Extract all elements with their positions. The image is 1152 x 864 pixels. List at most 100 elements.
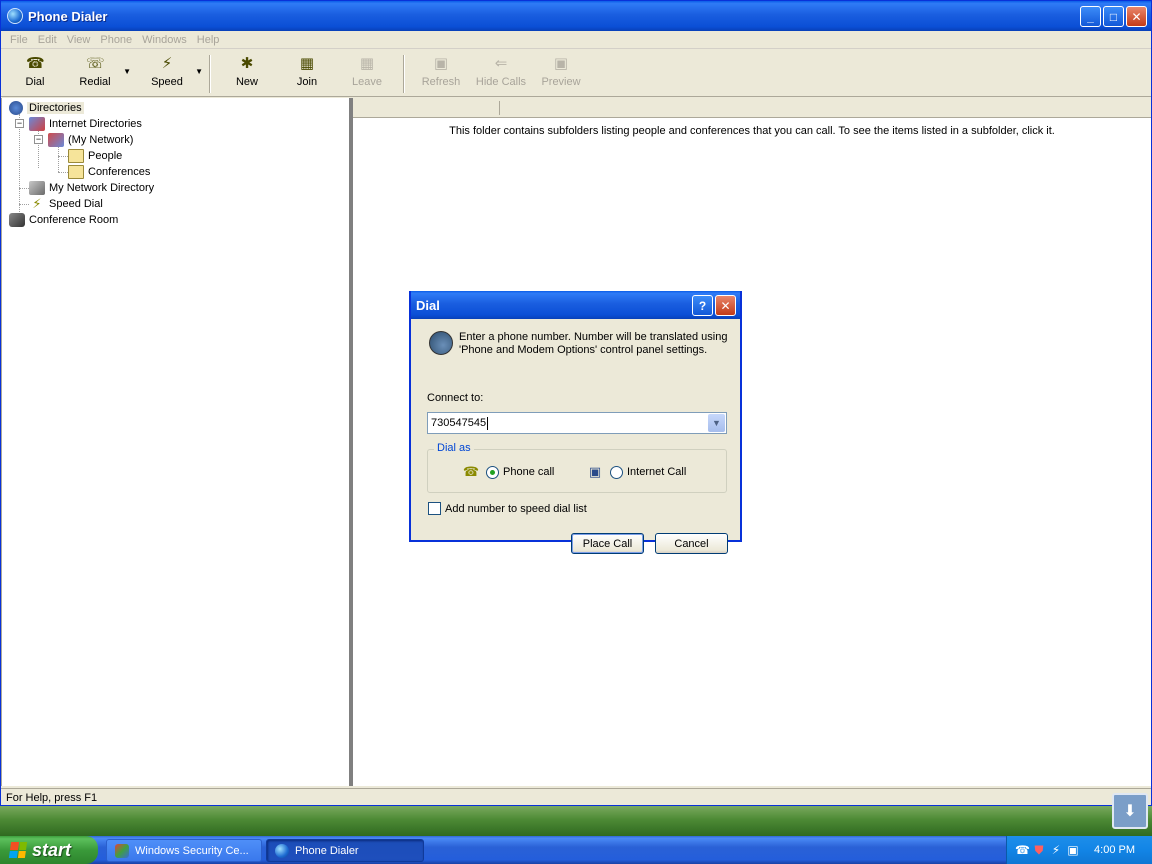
cancel-button[interactable]: Cancel	[655, 533, 728, 554]
refresh-label: Refresh	[421, 76, 461, 88]
phone-tray-icon[interactable]: ☎	[1015, 843, 1030, 857]
add-speed-dial-option[interactable]: Add number to speed dial list	[428, 502, 587, 515]
taskbar-item-phone-dialer[interactable]: Phone Dialer	[266, 839, 424, 862]
tree-item-internet-directories[interactable]: Internet Directories	[29, 116, 142, 132]
taskbar-item-label: Windows Security Ce...	[135, 844, 249, 857]
refresh-button[interactable]: ▣ Refresh	[411, 55, 471, 93]
dial-as-legend: Dial as	[434, 442, 474, 454]
tree-item-my-network[interactable]: (My Network)	[48, 132, 133, 148]
place-call-button[interactable]: Place Call	[571, 533, 644, 554]
redial-label: Redial	[79, 76, 111, 88]
internet-call-radio[interactable]	[610, 465, 623, 479]
tree-line	[19, 204, 29, 205]
redial-dropdown-arrow[interactable]: ▼	[123, 67, 131, 76]
connect-to-label: Connect to:	[427, 392, 484, 404]
dial-dialog: Dial ? ✕ Enter a phone number. Number wi…	[409, 291, 742, 554]
status-text: For Help, press F1	[6, 791, 98, 804]
taskbar-item-label: Phone Dialer	[295, 844, 359, 857]
minimize-button[interactable]: _	[1080, 6, 1101, 27]
menu-phone[interactable]: Phone	[95, 34, 137, 46]
tree-line	[58, 156, 68, 157]
hide-calls-label: Hide Calls	[475, 76, 527, 88]
clock[interactable]: 4:00 PM	[1094, 844, 1135, 856]
computer-icon: ▣	[588, 464, 602, 479]
shield-icon[interactable]: ⛊	[1032, 843, 1046, 857]
tree-item-speed-dial[interactable]: ⚡ Speed Dial	[29, 196, 103, 212]
tree-line	[58, 172, 68, 173]
chevron-down-icon[interactable]: ▼	[708, 414, 725, 432]
join-label: Join	[296, 76, 318, 88]
speed-dial-icon: ⚡	[161, 55, 173, 72]
help-button[interactable]: ?	[692, 295, 713, 316]
menu-file[interactable]: File	[5, 34, 33, 46]
phone-call-option[interactable]: ☎ Phone call	[462, 465, 554, 479]
arrow-down-icon[interactable]: ⬇	[1112, 793, 1148, 829]
shield-icon	[115, 843, 129, 858]
menu-bar: File Edit View Phone Windows Help	[1, 31, 1151, 49]
join-conference-icon: ▦	[299, 55, 315, 72]
tree-item-conference-room[interactable]: Conference Room	[9, 212, 118, 228]
tree-label-conference-room: Conference Room	[29, 214, 119, 226]
toolbar-separator	[403, 55, 405, 93]
dial-button[interactable]: ☎ Dial	[5, 55, 65, 93]
tree-line	[19, 188, 29, 189]
start-label: start	[32, 839, 72, 860]
directory-tree[interactable]: Directories − Internet Directories − (My…	[1, 98, 351, 786]
taskbar-item-security-center[interactable]: Windows Security Ce...	[106, 839, 262, 862]
window-title: Phone Dialer	[28, 8, 108, 24]
phone-dialer-app-icon	[7, 8, 23, 24]
menu-help[interactable]: Help	[192, 34, 225, 46]
redial-button[interactable]: ☏ Redial ▼	[65, 55, 131, 93]
column-divider[interactable]	[499, 101, 500, 115]
leave-label: Leave	[352, 76, 382, 88]
tree-line	[58, 146, 59, 172]
dial-as-group: Dial as ☎ Phone call ▣ Internet Call	[427, 442, 727, 493]
phone-dialer-app-icon	[275, 843, 289, 858]
redial-icon: ☏	[86, 55, 105, 72]
preview-button[interactable]: ▣ Preview	[531, 55, 591, 93]
toolbar: ☎ Dial ☏ Redial ▼ ⚡ Speed ▼ ✱ New ▦ Join…	[1, 49, 1151, 97]
dialog-message: Enter a phone number. Number will be tra…	[459, 331, 728, 356]
desktop-wallpaper	[0, 806, 1152, 836]
connect-to-combobox[interactable]: 730547545 ▼	[427, 412, 727, 434]
collapse-toggle[interactable]: −	[34, 135, 43, 144]
network-icon[interactable]: ⚡	[1049, 843, 1063, 857]
phone-call-radio[interactable]	[486, 465, 499, 479]
menu-edit[interactable]: Edit	[33, 34, 62, 46]
connect-to-value: 730547545	[431, 417, 487, 429]
internet-directories-icon	[29, 117, 45, 131]
new-button[interactable]: ✱ New	[217, 55, 277, 93]
dialog-close-button[interactable]: ✕	[715, 295, 736, 316]
collapse-toggle[interactable]: −	[15, 119, 24, 128]
tree-label-people: People	[88, 150, 123, 162]
preview-label: Preview	[541, 76, 581, 88]
speed-dropdown-arrow[interactable]: ▼	[195, 67, 203, 76]
internet-call-label: Internet Call	[627, 466, 687, 478]
dialog-title-bar[interactable]: Dial ? ✕	[411, 291, 740, 319]
network-directory-icon	[29, 181, 45, 195]
hide-calls-button[interactable]: ⇐ Hide Calls	[471, 55, 531, 93]
new-call-icon: ✱	[240, 55, 254, 72]
close-button[interactable]: ✕	[1126, 6, 1147, 27]
title-bar[interactable]: Phone Dialer _ □ ✕	[1, 1, 1151, 31]
tree-item-my-network-directory[interactable]: My Network Directory	[29, 180, 154, 196]
refresh-icon: ▣	[433, 55, 449, 72]
add-speed-dial-checkbox[interactable]	[428, 502, 441, 515]
leave-button[interactable]: ▦ Leave	[337, 55, 397, 93]
tree-item-conferences[interactable]: Conferences	[68, 164, 150, 180]
tree-item-people[interactable]: People	[68, 148, 122, 164]
toolbar-separator	[209, 55, 211, 93]
maximize-button[interactable]: □	[1103, 6, 1124, 27]
status-bar: For Help, press F1	[1, 788, 1151, 806]
menu-view[interactable]: View	[62, 34, 96, 46]
computer-icon[interactable]: ▣	[1066, 843, 1080, 857]
menu-windows[interactable]: Windows	[137, 34, 192, 46]
join-button[interactable]: ▦ Join	[277, 55, 337, 93]
internet-call-option[interactable]: ▣ Internet Call	[586, 465, 686, 479]
tree-label-speed-dial: Speed Dial	[49, 198, 103, 210]
speed-button[interactable]: ⚡ Speed ▼	[137, 55, 203, 93]
tree-label-my-network-directory: My Network Directory	[49, 182, 155, 194]
tree-item-directories[interactable]: Directories	[9, 100, 84, 116]
start-button[interactable]: start	[0, 836, 98, 864]
windows-logo-icon	[8, 842, 28, 858]
